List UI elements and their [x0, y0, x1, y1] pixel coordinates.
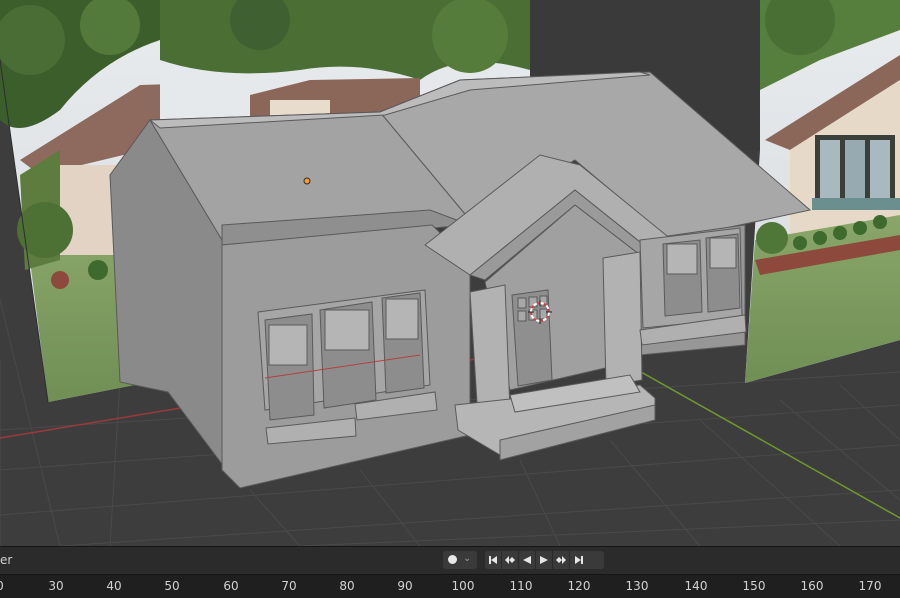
frame-tick: 70 — [281, 579, 297, 593]
frame-tick: 160 — [800, 579, 824, 593]
frame-tick: 0 — [0, 579, 4, 593]
frame-tick: 90 — [397, 579, 413, 593]
frame-tick: 30 — [48, 579, 64, 593]
chevron-down-icon[interactable]: ⌄ — [463, 553, 471, 564]
frame-tick: 170 — [858, 579, 882, 593]
timeline-ruler[interactable]: 0 30 40 50 60 70 80 90 100 110 120 130 1… — [0, 574, 900, 598]
frame-tick: 40 — [106, 579, 122, 593]
jump-to-end-icon[interactable] — [570, 551, 587, 569]
record-icon — [448, 555, 457, 564]
house-3d-model[interactable] — [109, 71, 812, 489]
viewport-scene — [0, 0, 900, 546]
frame-tick: 120 — [567, 579, 591, 593]
object-origin-icon — [303, 177, 311, 185]
frame-tick: 100 — [451, 579, 475, 593]
play-reverse-icon[interactable] — [519, 551, 536, 569]
next-keyframe-icon[interactable] — [553, 551, 570, 569]
playback-controls — [485, 551, 604, 569]
jump-to-start-icon[interactable] — [485, 551, 502, 569]
frame-tick: 50 — [164, 579, 180, 593]
previous-keyframe-icon[interactable] — [502, 551, 519, 569]
frame-tick: 150 — [742, 579, 766, 593]
frame-tick: 140 — [684, 579, 708, 593]
auto-keying-button[interactable]: ⌄ — [443, 551, 477, 569]
3d-viewport[interactable] — [0, 0, 900, 546]
window-group-right — [639, 227, 747, 346]
frame-tick: 80 — [339, 579, 355, 593]
timeline-editor-label[interactable]: er — [0, 553, 12, 567]
frame-tick: 130 — [625, 579, 649, 593]
frame-tick: 60 — [223, 579, 239, 593]
play-icon[interactable] — [536, 551, 553, 569]
frame-tick: 110 — [509, 579, 533, 593]
